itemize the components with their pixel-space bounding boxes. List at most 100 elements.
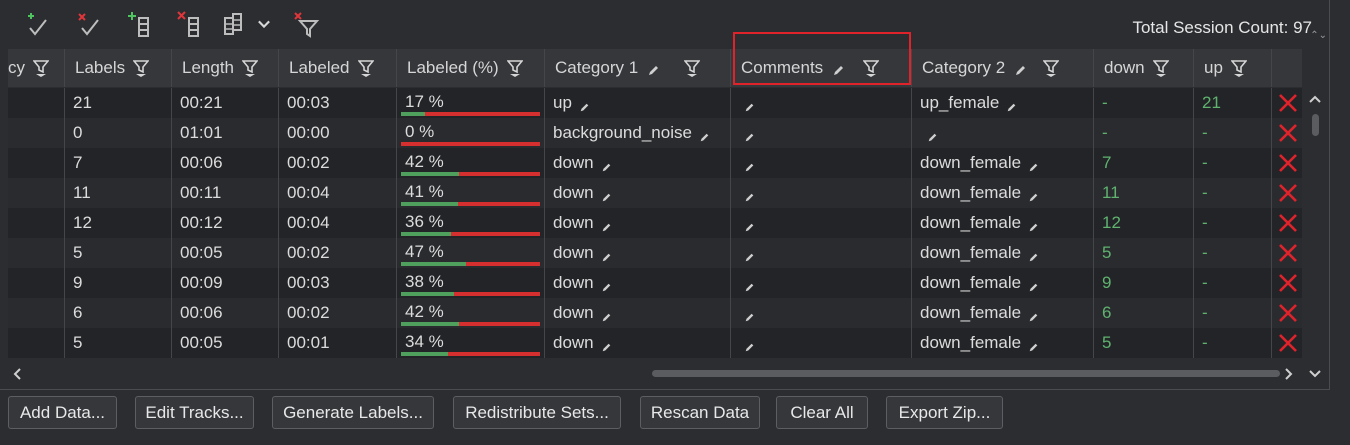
cell-comments[interactable] — [731, 88, 912, 118]
cell-category2[interactable]: down_female — [912, 328, 1094, 358]
table-row[interactable]: 7 00:06 00:02 42 % down down_female 7 - — [8, 148, 1302, 178]
cell-comments[interactable] — [731, 178, 912, 208]
horizontal-scroll-thumb[interactable] — [652, 370, 1280, 377]
remove-column-icon[interactable] — [172, 8, 204, 40]
table-row[interactable]: 9 00:09 00:03 38 % down down_female 9 - — [8, 268, 1302, 298]
horizontal-scrollbar[interactable] — [0, 362, 1330, 386]
cell-category1[interactable]: down — [545, 268, 731, 298]
delete-icon[interactable] — [1274, 238, 1302, 268]
delete-icon[interactable] — [1274, 208, 1302, 238]
column-header-category2[interactable]: Category 2 — [912, 49, 1094, 87]
filter-icon[interactable] — [1230, 59, 1248, 77]
table-row[interactable]: 0 01:01 00:00 0 % background_noise - - — [8, 118, 1302, 148]
delete-icon[interactable] — [1274, 298, 1302, 328]
cell-category1[interactable]: down — [545, 148, 731, 178]
table-row[interactable]: 12 00:12 00:04 36 % down down_female 12 - — [8, 208, 1302, 238]
edit-icon[interactable] — [744, 338, 755, 351]
reject-all-icon[interactable] — [72, 8, 104, 40]
column-header-labeled[interactable]: Labeled — [279, 49, 397, 87]
edit-icon[interactable] — [601, 158, 612, 171]
edit-icon[interactable] — [1006, 98, 1017, 111]
edit-icon[interactable] — [744, 98, 755, 111]
cell-category1[interactable]: down — [545, 178, 731, 208]
filter-icon[interactable] — [356, 59, 375, 77]
cell-category2[interactable]: down_female — [912, 268, 1094, 298]
filter-icon[interactable] — [1151, 59, 1170, 77]
chevron-right-icon[interactable] — [1284, 367, 1294, 381]
table-row[interactable]: 5 00:05 00:02 47 % down down_female 5 - — [8, 238, 1302, 268]
edit-icon[interactable] — [601, 188, 612, 201]
cell-comments[interactable] — [731, 268, 912, 298]
delete-icon[interactable] — [1274, 328, 1302, 358]
filter-icon[interactable] — [1042, 59, 1060, 77]
cell-category1[interactable]: background_noise — [545, 118, 731, 148]
edit-icon[interactable] — [832, 62, 845, 75]
cell-comments[interactable] — [731, 118, 912, 148]
cell-category1[interactable]: down — [545, 208, 731, 238]
cell-comments[interactable] — [731, 148, 912, 178]
chevron-down-icon[interactable] — [252, 8, 276, 40]
edit-icon[interactable] — [1028, 188, 1039, 201]
column-header-up[interactable]: up — [1194, 49, 1272, 87]
edit-icon[interactable] — [744, 188, 755, 201]
edit-icon[interactable] — [1014, 62, 1027, 75]
chevron-up-icon[interactable] — [1308, 94, 1322, 104]
edit-icon[interactable] — [1028, 308, 1039, 321]
column-header-labeled-pct[interactable]: Labeled (%) — [397, 49, 545, 87]
filter-icon[interactable] — [132, 59, 150, 77]
cell-comments[interactable] — [731, 208, 912, 238]
filter-icon[interactable] — [862, 59, 880, 77]
cell-category2[interactable]: down_female — [912, 148, 1094, 178]
redistribute-sets-button[interactable]: Redistribute Sets... — [453, 396, 621, 429]
edit-icon[interactable] — [1028, 158, 1039, 171]
add-data-button[interactable]: Add Data... — [8, 396, 117, 429]
edit-icon[interactable] — [1028, 248, 1039, 261]
column-header-labels[interactable]: Labels — [65, 49, 172, 87]
vertical-scrollbar[interactable] — [1302, 88, 1328, 360]
clear-filter-icon[interactable] — [290, 8, 322, 40]
delete-icon[interactable] — [1274, 268, 1302, 298]
edit-icon[interactable] — [744, 218, 755, 231]
edit-icon[interactable] — [601, 278, 612, 291]
chevron-left-icon[interactable] — [12, 367, 22, 381]
delete-icon[interactable] — [1274, 178, 1302, 208]
filter-icon[interactable] — [241, 59, 259, 77]
cell-category2[interactable] — [912, 118, 1094, 148]
add-column-icon[interactable] — [122, 8, 154, 40]
column-header-category1[interactable]: Category 1 — [545, 49, 731, 87]
cell-category1[interactable]: down — [545, 238, 731, 268]
filter-icon[interactable] — [32, 59, 50, 77]
edit-icon[interactable] — [601, 218, 612, 231]
table-row[interactable]: 5 00:05 00:01 34 % down down_female 5 - — [8, 328, 1302, 358]
cell-category1[interactable]: up — [545, 88, 731, 118]
edit-icon[interactable] — [744, 278, 755, 291]
cell-category2[interactable]: down_female — [912, 208, 1094, 238]
table-row[interactable]: 6 00:06 00:02 42 % down down_female 6 - — [8, 298, 1302, 328]
column-layout-icon[interactable] — [218, 8, 250, 40]
cell-category1[interactable]: down — [545, 328, 731, 358]
edit-icon[interactable] — [744, 158, 755, 171]
table-row[interactable]: 11 00:11 00:04 41 % down down_female 11 - — [8, 178, 1302, 208]
vertical-scroll-thumb[interactable] — [1312, 114, 1319, 136]
edit-icon[interactable] — [647, 62, 660, 75]
edit-icon[interactable] — [1028, 278, 1039, 291]
edit-icon[interactable] — [579, 98, 590, 111]
cell-category2[interactable]: down_female — [912, 298, 1094, 328]
filter-icon[interactable] — [683, 59, 701, 77]
filter-icon[interactable] — [505, 59, 524, 77]
cell-category2[interactable]: down_female — [912, 178, 1094, 208]
cell-comments[interactable] — [731, 328, 912, 358]
rescan-data-button[interactable]: Rescan Data — [640, 396, 760, 429]
edit-icon[interactable] — [699, 128, 710, 141]
export-zip-button[interactable]: Export Zip... — [886, 396, 1003, 429]
edit-tracks-button[interactable]: Edit Tracks... — [135, 396, 254, 429]
cell-comments[interactable] — [731, 238, 912, 268]
edit-icon[interactable] — [744, 128, 755, 141]
accept-all-icon[interactable] — [20, 8, 52, 40]
delete-icon[interactable] — [1274, 148, 1302, 178]
column-header-length[interactable]: Length — [172, 49, 279, 87]
clear-all-button[interactable]: Clear All — [776, 396, 868, 429]
column-header-comments[interactable]: Comments — [731, 49, 912, 87]
delete-icon[interactable] — [1274, 88, 1302, 118]
column-header-down[interactable]: down — [1094, 49, 1194, 87]
